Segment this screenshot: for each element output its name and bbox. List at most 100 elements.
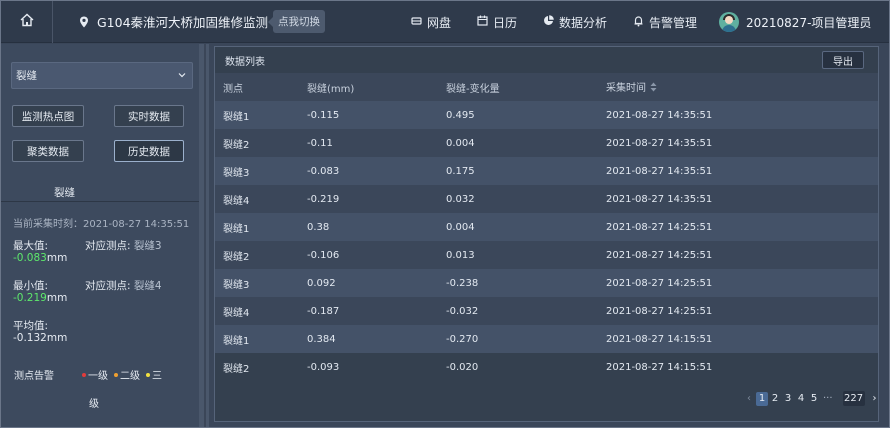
page-button[interactable]: 3 [782, 392, 794, 406]
location-pin-icon [79, 16, 89, 28]
switch-project-button[interactable]: 点我切换 [268, 10, 326, 33]
table-row[interactable]: 裂缝1 0.38 0.004 2021-08-27 14:25:51 [215, 213, 878, 241]
cell-crack: -0.11 [307, 137, 333, 149]
nav-data-analysis[interactable]: 数据分析 [543, 14, 607, 31]
table-row[interactable]: 裂缝2 -0.093 -0.020 2021-08-27 14:15:51 [215, 353, 878, 381]
page-button[interactable]: 4 [795, 392, 807, 406]
cell-change: 0.495 [446, 109, 475, 121]
chevron-down-icon [178, 70, 186, 82]
cell-change: 0.175 [446, 165, 475, 177]
data-list-panel: 数据列表 导出 测点 裂缝(mm) 裂缝-变化量 采集时间 裂缝1 -0.115 0… [214, 46, 879, 422]
cell-change: 0.004 [446, 221, 475, 233]
max-point-value: 裂缝3 [133, 240, 162, 252]
project-name: G104秦淮河大桥加固维修监测 [97, 15, 269, 30]
bell-icon [633, 15, 649, 30]
min-point-label: 对应测点: [85, 280, 131, 292]
table-row[interactable]: 裂缝4 -0.219 0.032 2021-08-27 14:35:51 [215, 185, 878, 213]
cell-time: 2021-08-27 14:35:51 [606, 109, 713, 121]
nav-cloud-drive-label: 网盘 [427, 15, 452, 30]
min-point-value: 裂缝4 [133, 280, 162, 292]
alarm-legend: 测点告警 一级 二级 三 [14, 367, 162, 382]
page-button[interactable]: 1 [756, 391, 768, 406]
nav-calendar[interactable]: 日历 [477, 14, 517, 31]
yellow-dot-icon [146, 372, 150, 377]
prev-page-button[interactable]: ‹ [743, 392, 755, 406]
heatmap-button[interactable]: 监测热点图 [12, 105, 84, 127]
cell-crack: 0.38 [307, 221, 330, 233]
realtime-data-button[interactable]: 实时数据 [114, 105, 184, 127]
min-value-number: -0.219 [13, 292, 47, 304]
avg-value: -0.132mm [13, 332, 68, 344]
cell-crack: 0.384 [307, 333, 336, 345]
table-row[interactable]: 裂缝2 -0.11 0.004 2021-08-27 14:35:51 [215, 129, 878, 157]
table-row[interactable]: 裂缝3 0.092 -0.238 2021-08-27 14:25:51 [215, 269, 878, 297]
top-nav: 网盘 日历 数据分析 告警管理 [411, 1, 723, 43]
cell-crack: -0.083 [307, 165, 340, 177]
max-label: 最大值: [13, 240, 49, 252]
home-button[interactable] [1, 0, 53, 43]
calendar-icon [477, 15, 493, 29]
page-button[interactable]: 5 [808, 392, 820, 406]
cloud-drive-icon [411, 15, 427, 29]
panel-title: 数据列表 [225, 57, 265, 68]
cell-point: 裂缝1 [223, 111, 250, 123]
legend-level-1: 一级 [82, 367, 108, 382]
table-row[interactable]: 裂缝1 0.384 -0.270 2021-08-27 14:15:51 [215, 325, 878, 353]
cell-time: 2021-08-27 14:25:51 [606, 249, 713, 261]
cell-change: -0.020 [446, 361, 479, 373]
nav-alarm-management[interactable]: 告警管理 [633, 14, 697, 31]
max-point-label: 对应测点: [85, 240, 131, 252]
pagination-ellipsis[interactable]: ··· [823, 393, 833, 404]
cell-time: 2021-08-27 14:25:51 [606, 305, 713, 317]
alarm-label: 测点告警 [14, 371, 54, 382]
monitor-type-select[interactable]: 裂缝 [11, 62, 193, 89]
export-button[interactable]: 导出 [822, 51, 864, 69]
cell-change: 0.013 [446, 249, 475, 261]
monitor-type-value: 裂缝 [16, 70, 37, 82]
panel-separator-line [204, 44, 206, 427]
aggregate-data-button[interactable]: 聚类数据 [12, 140, 84, 162]
project-selector: G104秦淮河大桥加固维修监测 点我切换 [79, 10, 326, 33]
last-page-button[interactable]: 227 [842, 391, 865, 406]
user-menu[interactable]: 20210827-项目管理员 [719, 1, 871, 43]
cell-change: -0.032 [446, 305, 479, 317]
cell-time: 2021-08-27 14:35:51 [606, 137, 713, 149]
table-row[interactable]: 裂缝1 -0.115 0.495 2021-08-27 14:35:51 [215, 101, 878, 129]
sort-icon[interactable] [650, 82, 657, 95]
left-panel: 裂缝 监测热点图 实时数据 聚类数据 历史数据 裂缝 当前采集时刻：2021-0… [1, 44, 199, 427]
table-row[interactable]: 裂缝3 -0.083 0.175 2021-08-27 14:35:51 [215, 157, 878, 185]
user-name: 20210827-项目管理员 [746, 15, 872, 30]
column-header-time[interactable]: 采集时间 [606, 73, 878, 101]
legend-level-2: 二级 [114, 367, 140, 382]
nav-data-analysis-label: 数据分析 [559, 15, 608, 30]
nav-calendar-label: 日历 [493, 15, 518, 30]
cell-point: 裂缝3 [223, 279, 250, 291]
table-row[interactable]: 裂缝4 -0.187 -0.032 2021-08-27 14:25:51 [215, 297, 878, 325]
cell-time: 2021-08-27 14:35:51 [606, 193, 713, 205]
nav-cloud-drive[interactable]: 网盘 [411, 14, 451, 31]
cell-change: 0.004 [446, 137, 475, 149]
legend-tail: 级 [89, 399, 99, 410]
page-button[interactable]: 2 [769, 392, 781, 406]
section-title: 裂缝 [54, 187, 75, 199]
max-value: -0.083mm [13, 252, 67, 264]
scrollbar[interactable] [881, 46, 887, 422]
column-header-change: 裂缝-变化量 [446, 73, 606, 101]
max-point: 对应测点: 裂缝3 [85, 238, 162, 253]
min-point: 对应测点: 裂缝4 [85, 278, 162, 293]
cell-crack: -0.187 [307, 305, 340, 317]
top-header: G104秦淮河大桥加固维修监测 点我切换 网盘 日历 数据分析 告警管理 202… [1, 0, 889, 43]
next-page-button[interactable]: › [869, 392, 881, 406]
history-data-button[interactable]: 历史数据 [114, 140, 184, 162]
cell-point: 裂缝1 [223, 335, 250, 347]
pagination: ‹ 12345 ··· 227 › [743, 391, 882, 406]
cell-crack: -0.106 [307, 249, 340, 261]
red-dot-icon [82, 372, 86, 377]
divider [1, 201, 199, 202]
cell-point: 裂缝2 [223, 251, 250, 263]
legend-level-3: 三 [146, 367, 162, 382]
cell-time: 2021-08-27 14:25:51 [606, 221, 713, 233]
cell-point: 裂缝3 [223, 167, 250, 179]
cell-time: 2021-08-27 14:15:51 [606, 361, 713, 373]
table-row[interactable]: 裂缝2 -0.106 0.013 2021-08-27 14:25:51 [215, 241, 878, 269]
